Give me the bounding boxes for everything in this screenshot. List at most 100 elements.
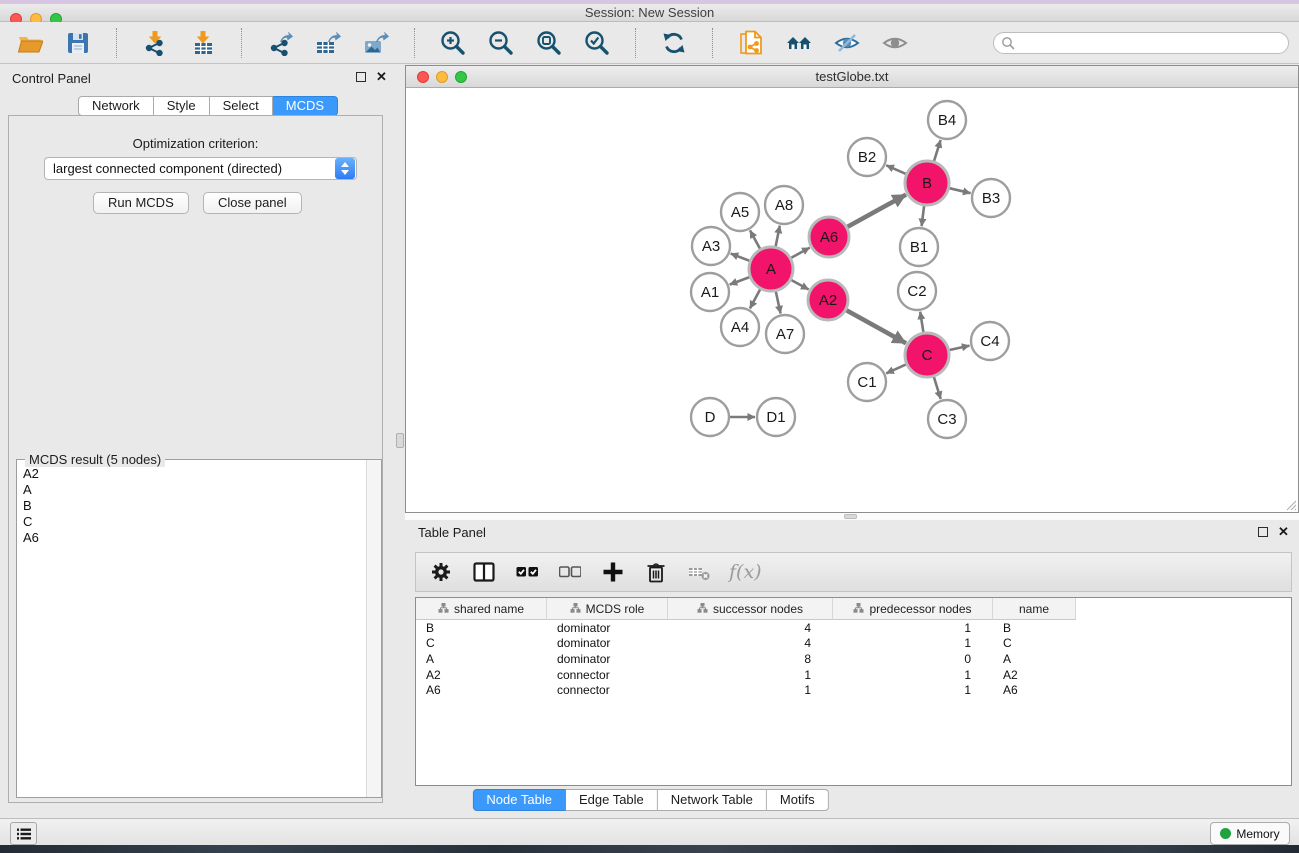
edge-A-A3[interactable] [731,254,750,261]
node-B1[interactable]: B1 [900,228,938,266]
network-minimize-button[interactable] [436,71,448,83]
edge-A-A5[interactable] [750,230,760,248]
cell-predecessor-nodes[interactable]: 1 [833,636,993,650]
tab-style[interactable]: Style [154,96,210,116]
cell-shared-name[interactable]: C [416,636,547,650]
close-table-panel-icon[interactable]: ✕ [1278,527,1289,537]
delete-row-icon[interactable] [643,559,669,585]
cell-successor-nodes[interactable]: 1 [668,668,833,682]
node-B2[interactable]: B2 [848,138,886,176]
table-row[interactable]: Bdominator41B [416,620,1291,636]
mcds-result-item[interactable]: A [18,482,367,498]
cell-predecessor-nodes[interactable]: 0 [833,652,993,666]
cell-successor-nodes[interactable]: 4 [668,636,833,650]
cell-name[interactable]: A [993,652,1076,666]
show-panels-button[interactable] [10,822,37,845]
node-C2[interactable]: C2 [898,272,936,310]
cell-MCDS-role[interactable]: connector [547,683,668,697]
cell-name[interactable]: A2 [993,668,1076,682]
tab-mcds[interactable]: MCDS [273,96,338,116]
import-table-icon[interactable] [187,27,219,59]
close-panel-button[interactable]: Close panel [203,192,302,214]
memory-button[interactable]: Memory [1210,822,1290,845]
cell-MCDS-role[interactable]: dominator [547,652,668,666]
network-canvas[interactable]: AA1A2A3A4A5A6A7A8BB1B2B3B4CC1C2C3C4DD1 [406,88,1298,512]
node-A[interactable]: A [749,247,793,291]
node-C4[interactable]: C4 [971,322,1009,360]
node-B3[interactable]: B3 [972,179,1010,217]
run-mcds-button[interactable]: Run MCDS [93,192,189,214]
cell-name[interactable]: B [993,621,1076,635]
zoom-selected-icon[interactable] [581,27,613,59]
table-row[interactable]: A6connector11A6 [416,682,1291,698]
gear-icon[interactable] [428,559,454,585]
search-input[interactable] [1015,34,1288,52]
cell-shared-name[interactable]: A6 [416,683,547,697]
node-A8[interactable]: A8 [765,186,803,224]
export-image-icon[interactable] [360,27,392,59]
edge-A-A2[interactable] [791,280,809,290]
column-header-name[interactable]: name [993,598,1076,620]
node-B[interactable]: B [905,161,949,205]
edge-A-A6[interactable] [791,248,810,258]
mcds-result-item[interactable]: B [18,498,367,514]
node-A1[interactable]: A1 [691,273,729,311]
cell-successor-nodes[interactable]: 1 [668,683,833,697]
node-B4[interactable]: B4 [928,101,966,139]
float-table-panel-icon[interactable] [1258,527,1268,537]
cell-predecessor-nodes[interactable]: 1 [833,621,993,635]
table-row[interactable]: Cdominator41C [416,636,1291,652]
float-panel-icon[interactable] [356,72,366,82]
column-header-predecessor-nodes[interactable]: predecessor nodes [833,598,993,620]
edge-B-B2[interactable] [886,165,906,174]
edge-C-C4[interactable] [950,346,970,350]
node-A3[interactable]: A3 [692,227,730,265]
table-row[interactable]: A2connector11A2 [416,667,1291,683]
cell-predecessor-nodes[interactable]: 1 [833,668,993,682]
network-from-selection-icon[interactable] [735,27,767,59]
network-window-titlebar[interactable]: testGlobe.txt [406,66,1298,88]
tab-edge-table[interactable]: Edge Table [566,789,658,811]
show-all-icon[interactable] [879,27,911,59]
refresh-icon[interactable] [658,27,690,59]
table-row[interactable]: Adominator80A [416,651,1291,667]
node-D1[interactable]: D1 [757,398,795,436]
select-all-checkboxes-icon[interactable] [514,559,540,585]
function-builder-button[interactable]: f(x) [729,561,762,583]
columns-icon[interactable] [471,559,497,585]
add-row-icon[interactable] [600,559,626,585]
edge-A6-B[interactable] [847,195,906,227]
node-A4[interactable]: A4 [721,308,759,346]
node-C1[interactable]: C1 [848,363,886,401]
cell-shared-name[interactable]: B [416,621,547,635]
edge-C-C3[interactable] [934,377,941,399]
network-close-button[interactable] [417,71,429,83]
export-table-icon[interactable] [312,27,344,59]
node-C[interactable]: C [905,333,949,377]
cell-name[interactable]: C [993,636,1076,650]
tab-network-table[interactable]: Network Table [658,789,767,811]
zoom-in-icon[interactable] [437,27,469,59]
column-header-successor-nodes[interactable]: successor nodes [668,598,833,620]
zoom-out-icon[interactable] [485,27,517,59]
cell-MCDS-role[interactable]: connector [547,668,668,682]
column-header-shared-name[interactable]: shared name [416,598,547,620]
tab-node-table[interactable]: Node Table [472,789,566,811]
result-scrollbar[interactable] [366,460,381,797]
network-zoom-button[interactable] [455,71,467,83]
export-network-icon[interactable] [264,27,296,59]
destroy-table-icon[interactable] [686,559,712,585]
edge-A2-C[interactable] [846,310,906,343]
cell-shared-name[interactable]: A2 [416,668,547,682]
cell-successor-nodes[interactable]: 4 [668,621,833,635]
zoom-fit-icon[interactable] [533,27,565,59]
mcds-result-item[interactable]: A6 [18,530,367,546]
deselect-all-checkboxes-icon[interactable] [557,559,583,585]
edge-A-A4[interactable] [750,289,760,308]
hide-selected-icon[interactable] [831,27,863,59]
cell-successor-nodes[interactable]: 8 [668,652,833,666]
edge-A-A1[interactable] [730,277,750,285]
edge-A-A7[interactable] [776,292,781,314]
node-C3[interactable]: C3 [928,400,966,438]
column-header-MCDS-role[interactable]: MCDS role [547,598,668,620]
